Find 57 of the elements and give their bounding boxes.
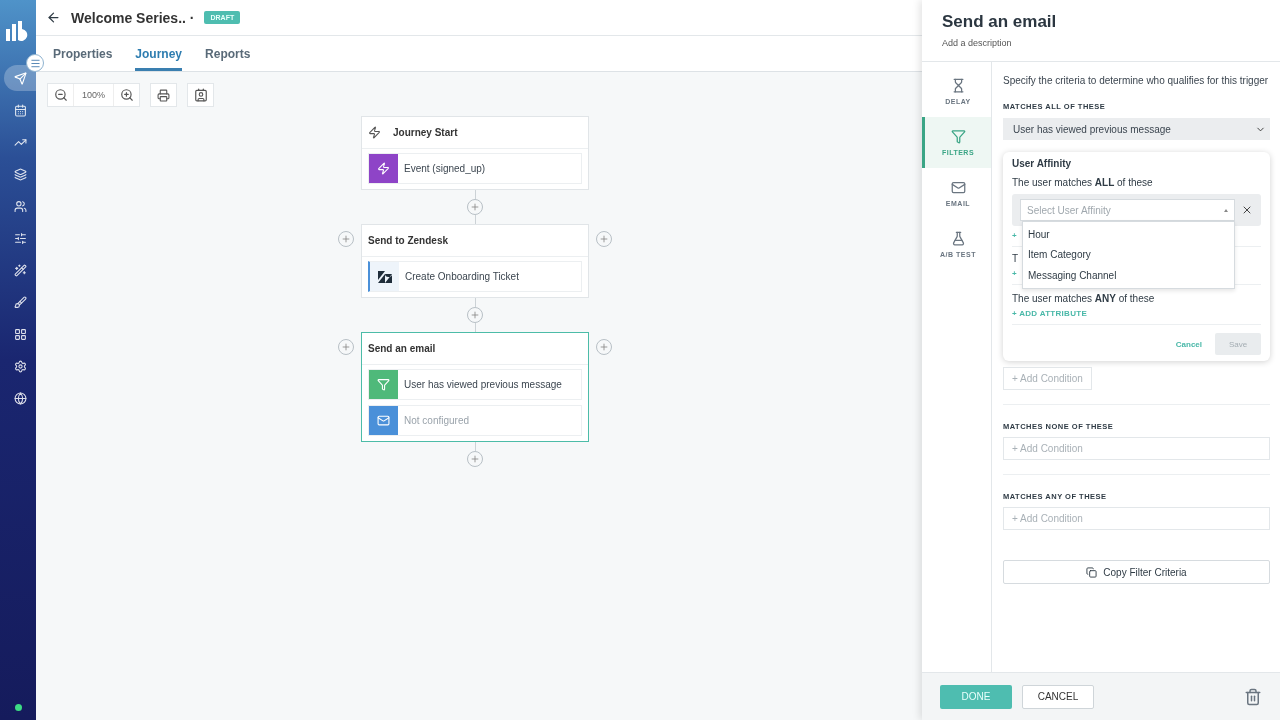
zoom-in-icon[interactable] — [119, 88, 134, 102]
send-icon[interactable] — [4, 65, 36, 91]
plus-icon — [599, 234, 609, 244]
flask-icon — [950, 231, 966, 246]
filter-icon — [950, 129, 966, 144]
match-text: The user matches ALL of these — [1012, 177, 1154, 188]
dropdown-option[interactable]: Item Category — [1023, 244, 1234, 265]
step-label: Event (signed_up) — [404, 163, 486, 174]
trash-icon[interactable] — [1244, 687, 1262, 706]
condition-select[interactable]: User has viewed previous message — [1003, 118, 1270, 140]
node-step[interactable]: User has viewed previous message — [368, 369, 582, 400]
close-icon[interactable] — [1241, 204, 1253, 216]
node-step[interactable]: Event (signed_up) — [368, 153, 582, 184]
card-title: User Affinity — [1012, 158, 1073, 169]
node-step[interactable]: Create Onboarding Ticket — [368, 261, 582, 292]
tab[interactable]: Reports — [205, 36, 251, 71]
lightning-icon — [377, 162, 390, 175]
step-label: Create Onboarding Ticket — [405, 271, 519, 282]
intro-text: Specify the criteria to determine who qualifies for this trigger — [1003, 75, 1270, 86]
plus-icon — [341, 234, 351, 244]
zoom-level: 100% — [73, 84, 115, 106]
step-label: Not configured — [404, 415, 470, 426]
cancel-button[interactable]: CANCEL — [1022, 684, 1094, 709]
plus-icon — [470, 454, 480, 464]
match-text: The user matches ANY of these — [1012, 293, 1156, 304]
zendesk-icon — [377, 270, 392, 283]
back-icon[interactable] — [46, 10, 61, 25]
plus-icon — [341, 342, 351, 352]
tab[interactable]: Properties — [53, 36, 113, 71]
printer-icon[interactable] — [157, 88, 171, 102]
description-field[interactable]: Add a description — [942, 38, 1260, 48]
plus-icon — [599, 342, 609, 352]
menu-icon — [29, 57, 41, 69]
contact-card-icon[interactable] — [193, 88, 208, 102]
dropdown-option[interactable]: Messaging Channel — [1023, 265, 1234, 286]
dropdown-option[interactable]: Hour — [1023, 224, 1234, 245]
filter-icon — [377, 378, 390, 391]
step-label: User has viewed previous message — [404, 379, 562, 390]
journey-node[interactable]: Journey Start Event (signed_up) — [361, 116, 589, 190]
menu-toggle[interactable] — [26, 54, 44, 72]
copy-filter-button[interactable]: Copy Filter Criteria — [1003, 560, 1270, 584]
journey-title: Welcome Series.. · — [71, 9, 195, 26]
envelope-icon — [950, 180, 966, 195]
node-title: Send to Zendesk — [368, 235, 448, 246]
node-title: Send an email — [368, 343, 436, 354]
lightning-icon — [368, 126, 381, 139]
tab[interactable]: Journey — [135, 36, 183, 71]
envelope-icon — [377, 414, 390, 427]
zoom-out-icon[interactable] — [53, 88, 68, 102]
node-title: Journey Start — [393, 127, 458, 138]
match-text: T — [1012, 253, 1019, 264]
plus-icon — [470, 202, 480, 212]
plus-icon — [470, 310, 480, 320]
node-step[interactable]: Not configured — [368, 405, 582, 436]
logo-icon — [6, 21, 30, 41]
panel-title: Send an email — [942, 12, 1058, 32]
copy-icon — [1086, 566, 1098, 578]
